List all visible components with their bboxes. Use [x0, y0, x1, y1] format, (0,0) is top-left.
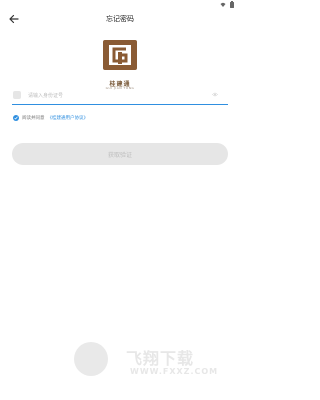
status-icons	[220, 1, 234, 8]
eye-icon[interactable]	[212, 92, 218, 97]
check-circle-icon[interactable]	[13, 115, 19, 121]
brand-logo	[103, 40, 137, 70]
id-number-field	[12, 86, 228, 105]
watermark-logo	[74, 342, 108, 376]
status-bar	[0, 0, 240, 10]
page-title: 忘记密码	[106, 15, 134, 23]
id-card-icon	[13, 91, 21, 99]
get-code-button[interactable]: 获取验证	[12, 143, 228, 165]
watermark: 飞翔下载 WWW.FXXZ.COM	[66, 334, 246, 384]
top-bar: 忘记密码	[0, 10, 240, 28]
watermark-title: 飞翔下载	[126, 349, 195, 368]
battery-icon	[230, 1, 234, 8]
agreement-text: 阅读并同意	[22, 116, 45, 121]
id-number-input[interactable]	[26, 88, 210, 104]
watermark-url: WWW.FXXZ.COM	[130, 367, 219, 376]
agreement-link[interactable]: 《桂建通用户协议》	[48, 115, 89, 121]
agreement-row: 阅读并同意 《桂建通用户协议》	[13, 114, 88, 122]
check-mark-icon	[14, 116, 18, 120]
wifi-icon	[220, 2, 226, 7]
